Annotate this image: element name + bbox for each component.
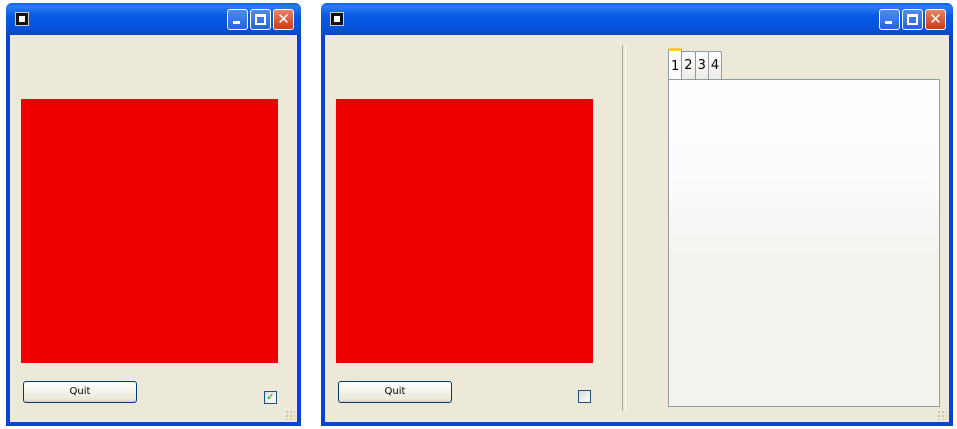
left-window: ✕ Quit ✓ bbox=[6, 3, 301, 426]
minimize-icon bbox=[233, 21, 240, 24]
minimize-button[interactable] bbox=[227, 9, 248, 30]
close-icon: ✕ bbox=[277, 10, 290, 28]
resize-grip[interactable] bbox=[937, 410, 947, 420]
resize-grip[interactable] bbox=[285, 410, 295, 420]
tab-content-pane bbox=[668, 79, 940, 407]
red-canvas bbox=[336, 99, 593, 363]
quit-button[interactable]: Quit bbox=[338, 381, 452, 403]
tab-1[interactable]: 1 bbox=[668, 48, 683, 79]
close-icon: ✕ bbox=[929, 10, 942, 28]
right-window: ✕ Quit 1 2 3 4 bbox=[321, 3, 953, 426]
title-bar[interactable]: ✕ bbox=[321, 3, 953, 35]
tab-bar: 1 2 3 4 bbox=[668, 48, 723, 79]
close-button[interactable]: ✕ bbox=[925, 9, 946, 30]
app-icon[interactable] bbox=[330, 12, 344, 26]
minimize-icon bbox=[885, 21, 892, 24]
maximize-button[interactable] bbox=[250, 9, 271, 30]
close-button[interactable]: ✕ bbox=[273, 9, 294, 30]
checkbox[interactable] bbox=[578, 390, 591, 403]
splitter-handle[interactable] bbox=[622, 45, 626, 411]
checkbox[interactable]: ✓ bbox=[264, 391, 277, 404]
maximize-button[interactable] bbox=[902, 9, 923, 30]
app-icon[interactable] bbox=[15, 12, 29, 26]
maximize-icon bbox=[907, 14, 918, 25]
tab-3[interactable]: 3 bbox=[694, 51, 709, 79]
red-canvas bbox=[21, 99, 278, 363]
quit-button[interactable]: Quit bbox=[23, 381, 137, 403]
tab-4[interactable]: 4 bbox=[707, 51, 723, 79]
tab-2[interactable]: 2 bbox=[681, 51, 696, 79]
minimize-button[interactable] bbox=[879, 9, 900, 30]
title-bar[interactable]: ✕ bbox=[6, 3, 301, 35]
maximize-icon bbox=[255, 14, 266, 25]
